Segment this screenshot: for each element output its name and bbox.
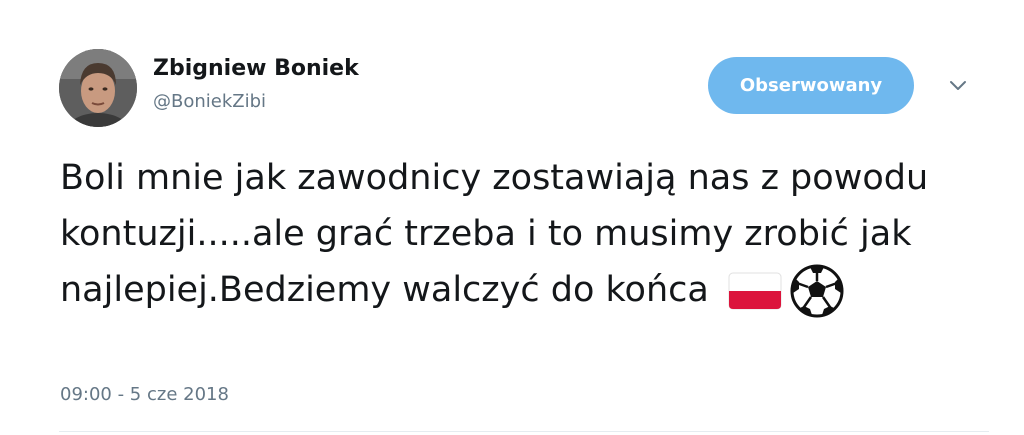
poland-flag-icon bbox=[728, 272, 782, 310]
follow-button[interactable]: Obserwowany bbox=[708, 57, 914, 114]
tweet-card: Zbigniew Boniek @BoniekZibi Obserwowany … bbox=[0, 0, 1024, 435]
author-handle[interactable]: @BoniekZibi bbox=[153, 91, 266, 112]
tweet-timestamp[interactable]: 09:00 - 5 cze 2018 bbox=[60, 384, 229, 405]
follow-button-label: Obserwowany bbox=[739, 75, 883, 96]
author-name[interactable]: Zbigniew Boniek bbox=[153, 56, 359, 81]
avatar[interactable] bbox=[59, 49, 137, 127]
tweet-text: Boli mnie jak zawodnicy zostawiają nas z… bbox=[60, 150, 990, 318]
divider bbox=[59, 431, 989, 432]
soccer-ball-icon bbox=[790, 264, 844, 318]
chevron-down-icon[interactable] bbox=[946, 76, 970, 94]
